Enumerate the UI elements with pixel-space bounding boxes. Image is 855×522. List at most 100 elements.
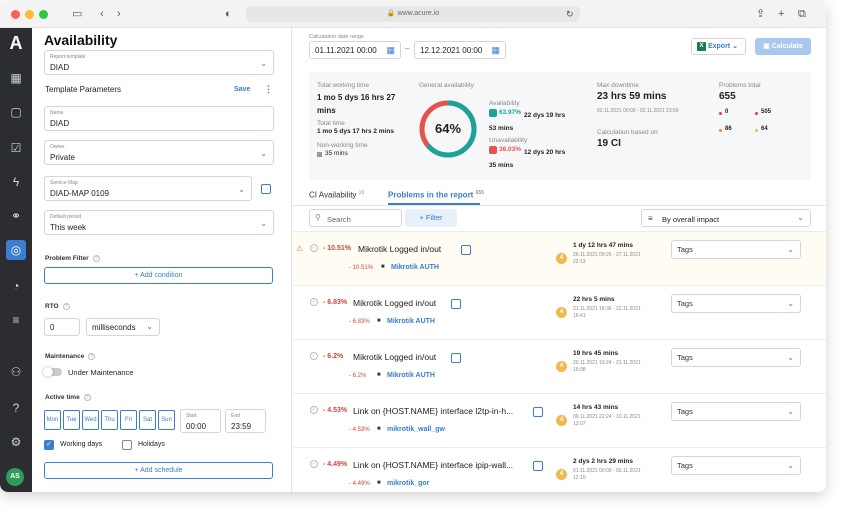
report-template-select[interactable]: Report template DIAD ⌄ xyxy=(44,50,274,75)
calculate-button[interactable]: ▣ Calculate xyxy=(755,38,811,55)
integrations-icon[interactable]: ⚇ xyxy=(6,362,26,382)
add-schedule-button[interactable]: + Add schedule xyxy=(44,462,273,479)
tags-select[interactable]: Tags ⌄ xyxy=(671,240,801,259)
help-circle-icon[interactable]: ? xyxy=(83,394,91,401)
availability-icon[interactable]: ◎ xyxy=(6,240,26,260)
problem-title[interactable]: Link on {HOST.NAME} interface ipip-wall.… xyxy=(353,460,513,470)
open-map-icon[interactable] xyxy=(261,184,271,194)
problem-host[interactable]: Mikrotik AUTH xyxy=(387,318,435,325)
reload-icon[interactable]: ↻ xyxy=(566,7,574,21)
day-thu[interactable]: Thu xyxy=(101,410,118,430)
rto-unit-select[interactable]: milliseconds ⌄ xyxy=(86,318,160,336)
day-fri[interactable]: Fri xyxy=(120,410,137,430)
back-icon[interactable]: ‹ xyxy=(100,7,104,21)
working-days-checkbox[interactable]: ✓ xyxy=(44,440,54,450)
lightning-icon[interactable]: ϟ xyxy=(6,172,26,192)
maintenance-toggle[interactable] xyxy=(43,367,62,377)
open-problem-icon[interactable] xyxy=(451,353,461,363)
problem-host[interactable]: Mikrotik AUTH xyxy=(391,264,439,271)
tags-select[interactable]: Tags ⌄ xyxy=(671,456,801,475)
new-tab-icon[interactable]: + xyxy=(778,7,784,21)
open-problem-icon[interactable] xyxy=(451,299,461,309)
day-sat[interactable]: Sat xyxy=(139,410,156,430)
problem-row[interactable]: ✓ - 6.83% Mikrotik Logged in/out - 6.83% ■ Mi… xyxy=(293,285,826,339)
day-wed[interactable]: Wed xyxy=(82,410,99,430)
day-tue[interactable]: Tue xyxy=(63,410,80,430)
chevron-down-icon: ⌄ xyxy=(260,149,267,158)
problem-title[interactable]: Link on {HOST.NAME} interface l2tp-in-h.… xyxy=(353,406,513,416)
database-icon[interactable]: ≡ xyxy=(6,310,26,330)
calendar-icon[interactable]: ▦ xyxy=(491,45,500,56)
export-button[interactable]: X Export ⌄ xyxy=(691,38,746,55)
end-time-input[interactable]: End 23:59 xyxy=(225,409,266,433)
help-circle-icon[interactable]: ? xyxy=(62,303,70,310)
problem-title[interactable]: Mikrotik Logged in/out xyxy=(358,244,441,254)
holidays-checkbox[interactable] xyxy=(122,440,132,450)
problem-host[interactable]: mikrotik_gor xyxy=(387,480,429,487)
grid-icon[interactable]: ▦ xyxy=(6,68,26,88)
problem-row[interactable]: ⚠ ✓ - 10.51% Mikrotik Logged in/out - 10.51%… xyxy=(293,231,826,285)
help-icon[interactable]: ? xyxy=(6,398,26,418)
forward-icon[interactable]: › xyxy=(117,7,121,21)
open-problem-icon[interactable] xyxy=(533,407,543,417)
add-condition-button[interactable]: + Add condition xyxy=(44,267,273,284)
start-time-input[interactable]: Start 00:00 xyxy=(180,409,221,433)
tab-problems[interactable]: Problems in the report 655 xyxy=(388,190,484,200)
tags-select[interactable]: Tags ⌄ xyxy=(671,294,801,313)
search-input[interactable]: ⚲ Search xyxy=(309,209,402,227)
tags-select[interactable]: Tags ⌄ xyxy=(671,402,801,421)
check-circle-icon[interactable]: ✓ xyxy=(310,352,318,360)
checklist-icon[interactable]: ☑ xyxy=(6,138,26,158)
more-options-icon[interactable]: ⋮ xyxy=(264,84,273,95)
problem-title[interactable]: Mikrotik Logged in/out xyxy=(353,298,436,308)
app-logo[interactable]: A xyxy=(6,32,26,54)
settings-gear-icon[interactable]: ⚙ xyxy=(6,432,26,452)
total-working-value: 1 mo 5 dys 16 hrs 27 mins xyxy=(317,93,396,115)
owner-select[interactable]: Owner Private ⌄ xyxy=(44,140,274,165)
default-period-select[interactable]: Default period This week ⌄ xyxy=(44,210,274,235)
host-icon: ■ xyxy=(377,372,381,378)
help-circle-icon[interactable]: ? xyxy=(88,353,96,360)
problem-host[interactable]: mikrotik_wall_gw xyxy=(387,426,445,433)
sidebar-toggle-icon[interactable]: ▭ xyxy=(72,7,82,21)
problem-title[interactable]: Mikrotik Logged in/out xyxy=(353,352,436,362)
share-icon[interactable]: ⇪ xyxy=(756,7,765,21)
calendar-icon[interactable]: ▦ xyxy=(386,45,395,56)
tabs-overview-icon[interactable]: ⧉ xyxy=(798,7,806,21)
save-button[interactable]: Save xyxy=(234,86,250,93)
problem-host[interactable]: Mikrotik AUTH xyxy=(387,372,435,379)
open-problem-icon[interactable] xyxy=(533,461,543,471)
service-map-select[interactable]: Service Map DIAD-MAP 0109 ⌄ xyxy=(44,176,252,201)
sort-select[interactable]: ≡ By overall impact ⌄ xyxy=(641,209,811,227)
date-to-input[interactable]: 12.12.2021 00:00 ▦ xyxy=(414,41,506,59)
maximize-window-button[interactable] xyxy=(39,10,48,19)
name-field[interactable]: Name DIAD xyxy=(44,106,274,131)
help-circle-icon[interactable]: ? xyxy=(92,255,100,262)
tags-select[interactable]: Tags ⌄ xyxy=(671,348,801,367)
check-circle-icon[interactable]: ✓ xyxy=(310,406,318,414)
problem-row[interactable]: ✓ - 4.49% Link on {HOST.NAME} interface ip… xyxy=(293,447,826,492)
check-circle-icon[interactable]: ✓ xyxy=(310,460,318,468)
default-period-value: This week xyxy=(50,223,87,232)
filter-button[interactable]: + Filter xyxy=(405,209,457,227)
rto-input[interactable]: 0 xyxy=(44,318,80,336)
workflow-icon[interactable]: ⚭ xyxy=(6,206,26,226)
minimize-window-button[interactable] xyxy=(25,10,34,19)
check-circle-icon[interactable]: ✓ xyxy=(310,298,318,306)
open-problem-icon[interactable] xyxy=(461,245,471,255)
rto-label: RTO xyxy=(45,303,59,310)
check-circle-icon[interactable]: ✓ xyxy=(310,244,318,252)
day-sun[interactable]: Sun xyxy=(158,410,175,430)
address-bar[interactable]: 🔒 www.acure.io xyxy=(246,6,580,22)
pie-chart-icon[interactable]: ◔ xyxy=(6,276,26,296)
owner-label: Owner xyxy=(50,144,65,150)
problem-row[interactable]: ✓ - 6.2% Mikrotik Logged in/out - 6.2% ■ Mikr… xyxy=(293,339,826,393)
date-from-input[interactable]: 01.11.2021 00:00 ▦ xyxy=(309,41,401,59)
clipboard-icon[interactable]: ▢ xyxy=(6,102,26,122)
tab-ci-availability[interactable]: CI Availability 19 xyxy=(309,190,364,200)
privacy-shield-icon[interactable]: ◐ xyxy=(225,7,232,21)
user-avatar[interactable]: AS xyxy=(6,468,24,486)
close-window-button[interactable] xyxy=(11,10,20,19)
problem-row[interactable]: ✓ - 4.53% Link on {HOST.NAME} interface l2… xyxy=(293,393,826,447)
day-mon[interactable]: Mon xyxy=(44,410,61,430)
